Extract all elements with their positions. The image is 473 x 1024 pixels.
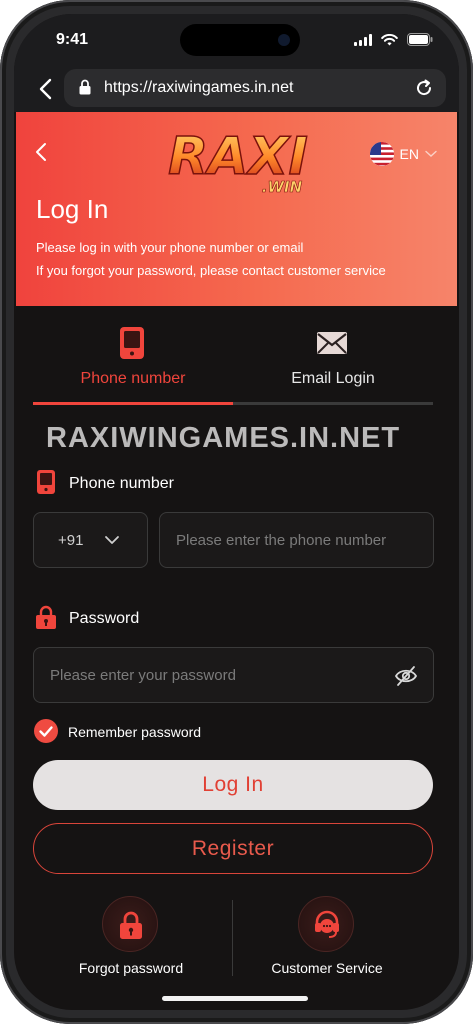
page-subtitle: Please log in with your phone number or …	[36, 236, 386, 282]
register-button[interactable]: Register	[33, 823, 433, 874]
home-indicator	[162, 996, 308, 1001]
phone-number-input[interactable]	[159, 512, 434, 568]
remember-password-checkbox[interactable]	[34, 719, 58, 743]
lock-icon	[120, 911, 142, 939]
phone-frame: 9:41 https://raxiwingames.in.net RAXI .W…	[0, 0, 473, 1024]
chevron-down-icon	[105, 536, 119, 544]
wifi-icon	[381, 33, 398, 45]
login-header: RAXI .WIN EN Log In Please log in with y…	[16, 112, 457, 306]
status-time: 9:41	[56, 31, 89, 48]
phone-field-icon	[37, 470, 55, 494]
status-bar: 9:41	[14, 14, 459, 66]
password-lock-icon	[36, 605, 56, 629]
page-title: Log In	[36, 194, 109, 224]
tab-label: Phone number	[80, 370, 186, 387]
language-selector[interactable]: EN	[369, 142, 437, 166]
lock-icon	[79, 79, 91, 95]
status-icons	[354, 33, 433, 46]
password-input[interactable]	[33, 647, 434, 703]
subtitle-line-2: If you forgot your password, please cont…	[36, 263, 386, 278]
tab-email-login[interactable]: Email Login	[233, 314, 433, 402]
dynamic-island	[180, 24, 300, 56]
browser-back-icon[interactable]	[36, 77, 56, 101]
language-label: EN	[399, 146, 419, 162]
us-flag-icon	[369, 142, 394, 166]
customer-service-circle	[298, 896, 354, 952]
tab-phone-number[interactable]: Phone number	[33, 314, 233, 402]
phone-field-label: Phone number	[69, 475, 174, 492]
forgot-password-label: Forgot password	[78, 960, 184, 976]
reload-icon[interactable]	[414, 78, 434, 98]
eye-off-icon[interactable]	[394, 665, 418, 687]
signal-icon	[354, 33, 372, 46]
country-code-select[interactable]: +91	[33, 512, 148, 568]
login-tabs: Phone number Email Login	[33, 314, 433, 406]
back-icon[interactable]	[34, 142, 48, 162]
login-button[interactable]: Log In	[33, 760, 433, 810]
chevron-down-icon	[425, 150, 437, 157]
country-code-value: +91	[58, 532, 84, 549]
camera-icon	[278, 34, 290, 46]
forgot-password-button[interactable]: Forgot password	[36, 890, 226, 980]
url-text: https://raxiwingames.in.net	[104, 79, 294, 96]
screen: 9:41 https://raxiwingames.in.net RAXI .W…	[14, 14, 459, 1010]
browser-bar: https://raxiwingames.in.net	[14, 66, 459, 112]
tab-label: Email Login	[291, 370, 375, 387]
svg-text:.WIN: .WIN	[262, 178, 303, 196]
headset-icon	[315, 910, 339, 938]
watermark: RAXIWINGAMES.IN.NET	[46, 422, 401, 454]
tab-active-indicator	[33, 402, 233, 405]
customer-service-button[interactable]: Customer Service	[232, 890, 422, 980]
remember-password-label: Remember password	[68, 724, 202, 740]
customer-service-label: Customer Service	[271, 960, 383, 976]
forgot-password-circle	[102, 896, 158, 952]
check-icon	[39, 726, 53, 737]
address-bar[interactable]: https://raxiwingames.in.net	[64, 69, 446, 107]
password-field-label: Password	[69, 610, 140, 627]
raxi-logo: RAXI .WIN	[167, 126, 308, 196]
phone-icon	[120, 327, 144, 359]
battery-icon	[407, 33, 433, 46]
email-icon	[317, 332, 347, 354]
subtitle-line-1: Please log in with your phone number or …	[36, 240, 304, 255]
